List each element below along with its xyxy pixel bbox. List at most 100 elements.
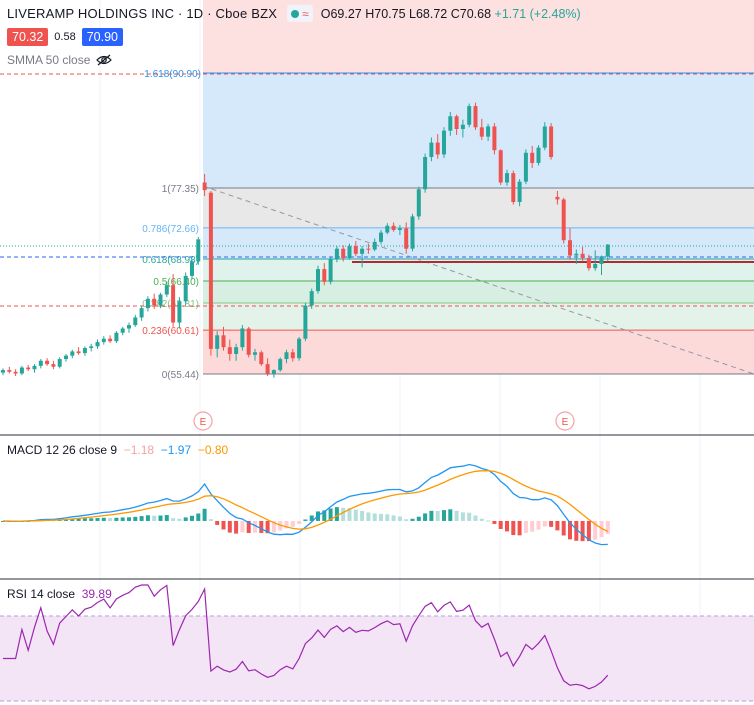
macd-histogram-bar xyxy=(190,515,194,521)
candle-body xyxy=(57,359,62,367)
candle-body xyxy=(542,126,547,148)
macd-histogram-bar xyxy=(183,517,188,521)
fib-level-label: 0(55.44) xyxy=(162,370,199,381)
candle-body xyxy=(523,152,528,182)
candle-body xyxy=(234,347,239,354)
macd-legend[interactable]: MACD 12 26 close 9 −1.18 −1.97 −0.80 xyxy=(7,443,228,457)
macd-histogram-bar xyxy=(391,515,396,521)
open-value: O69.27 xyxy=(320,6,362,21)
candle-body xyxy=(89,346,94,349)
candle-body xyxy=(328,258,333,282)
candle-body xyxy=(416,189,421,217)
candle-body xyxy=(177,301,182,323)
macd-histogram-bar xyxy=(145,515,150,521)
fib-zone xyxy=(203,280,754,303)
macd-label: MACD 12 26 close 9 xyxy=(7,443,118,457)
macd-histogram-bar xyxy=(120,517,125,521)
macd-histogram-bar xyxy=(95,518,100,521)
candle-body xyxy=(448,116,453,131)
macd-histogram-bar xyxy=(517,520,522,536)
candle-body xyxy=(95,342,100,347)
candle-body xyxy=(492,126,497,151)
macd-histogram-bar xyxy=(435,511,440,521)
candle-body xyxy=(7,370,12,372)
macd-histogram-bar xyxy=(215,520,220,525)
candle-body xyxy=(32,365,37,370)
candle-body xyxy=(385,225,390,233)
ohlc-values: O69.27 H70.75 L68.72 C70.68 +1.71 (+2.48… xyxy=(321,7,581,21)
candle-body xyxy=(253,352,257,355)
macd-signal-value: −0.80 xyxy=(197,443,229,457)
macd-histogram-bar xyxy=(82,518,87,521)
macd-histogram-bar xyxy=(297,520,302,525)
macd-histogram-bar xyxy=(353,509,358,521)
candle-body xyxy=(410,216,415,249)
high-value: H70.75 xyxy=(365,6,406,21)
fib-zone xyxy=(203,302,754,331)
macd-histogram-bar xyxy=(171,518,176,521)
macd-histogram-bar xyxy=(511,520,516,536)
fib-level-label: 1(77.35) xyxy=(162,184,199,195)
candle-body xyxy=(429,142,434,158)
candle-body xyxy=(240,328,245,348)
candle-body xyxy=(303,305,308,339)
macd-histogram-bar xyxy=(467,512,472,521)
change-value: +1.71 (+2.48%) xyxy=(494,6,581,21)
macd-histogram-bar xyxy=(372,513,377,521)
candle-body xyxy=(221,335,226,348)
candle-body xyxy=(334,248,339,259)
candle-body xyxy=(208,192,213,349)
rsi-legend[interactable]: RSI 14 close 39.89 xyxy=(7,587,112,601)
macd-histogram-bar xyxy=(498,520,503,529)
candle-body xyxy=(473,106,478,128)
macd-histogram-bar xyxy=(549,520,554,527)
macd-histogram-bar xyxy=(379,513,383,521)
fib-zone xyxy=(203,188,754,228)
candle-body xyxy=(133,317,138,326)
candle-body xyxy=(505,173,509,183)
candle-body xyxy=(145,298,150,309)
buy-button[interactable]: 70.90 xyxy=(81,28,123,46)
macd-histogram-bar xyxy=(605,520,610,534)
candle-body xyxy=(353,246,358,254)
candle-body xyxy=(127,325,131,329)
candle-body xyxy=(498,150,503,183)
earnings-event-label: E xyxy=(562,417,569,428)
sell-button[interactable]: 70.32 xyxy=(7,28,49,46)
macd-histogram-bar xyxy=(341,507,346,521)
rsi-label: RSI 14 close xyxy=(7,587,76,601)
macd-histogram-bar xyxy=(410,518,415,521)
candle-body xyxy=(139,308,144,318)
candle-body xyxy=(45,360,50,365)
candle-body xyxy=(404,228,409,249)
macd-histogram-bar xyxy=(580,520,585,542)
candle-body xyxy=(171,285,176,323)
smma-legend[interactable]: SMMA 50 close xyxy=(7,53,113,67)
chart-canvas[interactable]: 1.618(90.90)1(77.35)0.786(72.66)0.618(68… xyxy=(0,0,754,705)
macd-histogram-bar xyxy=(460,512,465,521)
macd-histogram-bar xyxy=(152,515,157,521)
macd-histogram-bar xyxy=(227,520,232,533)
candle-body xyxy=(486,126,491,137)
macd-histogram-bar xyxy=(385,514,390,521)
fib-level-label: 0.786(72.66) xyxy=(142,224,199,235)
candle-body xyxy=(580,253,585,259)
candle-body xyxy=(215,335,220,349)
candle-body xyxy=(38,360,43,366)
candle-body xyxy=(397,228,402,231)
market-status[interactable]: ≈ xyxy=(287,5,313,22)
candle-body xyxy=(586,258,591,269)
candle-body xyxy=(347,246,352,259)
candle-body xyxy=(372,241,377,250)
candle-body xyxy=(13,371,18,374)
macd-histogram-bar xyxy=(240,520,245,533)
macd-histogram-bar xyxy=(158,515,163,521)
fib-zone xyxy=(203,227,754,260)
macd-histogram-bar xyxy=(423,513,428,521)
eye-hidden-icon[interactable] xyxy=(96,54,113,66)
rsi-value: 39.89 xyxy=(81,587,112,601)
macd-histogram-bar xyxy=(133,516,138,521)
candle-body xyxy=(309,291,314,306)
symbol-title[interactable]: LIVERAMP HOLDINGS INC · 1D · Cboe BZX xyxy=(7,6,277,21)
close-value: C70.68 xyxy=(450,6,492,21)
